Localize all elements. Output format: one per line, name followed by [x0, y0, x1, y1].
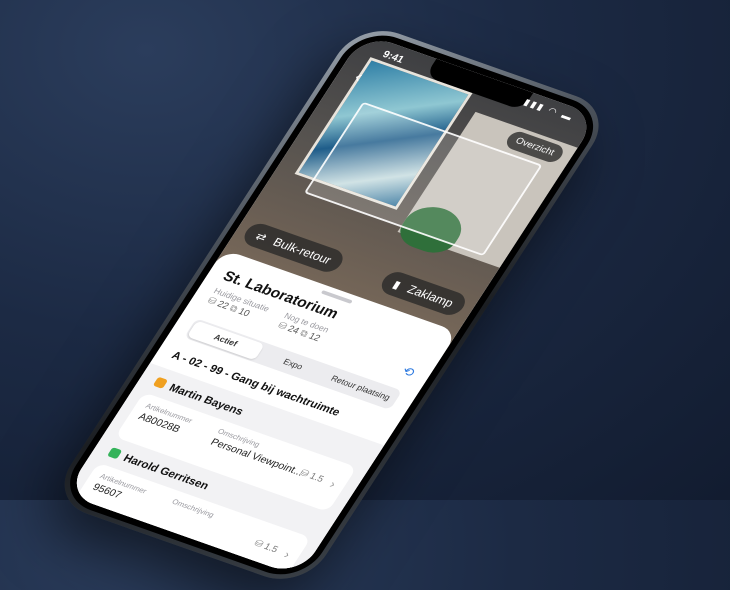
scene-background: 9:41 ▮▮▮ ◠ ▬ ‹ Overzicht ⇄ Bulk-retour ▮…: [0, 0, 730, 590]
person-status-icon: [152, 376, 169, 389]
phone-device: 9:41 ▮▮▮ ◠ ▬ ‹ Overzicht ⇄ Bulk-retour ▮…: [48, 20, 616, 590]
bulk-return-label: Bulk-retour: [270, 235, 335, 267]
current-count-b: 10: [236, 306, 252, 319]
phone-screen: 9:41 ▮▮▮ ◠ ▬ ‹ Overzicht ⇄ Bulk-retour ▮…: [64, 33, 599, 577]
refresh-icon[interactable]: ⟲: [399, 363, 418, 380]
person-status-icon: [106, 447, 123, 460]
people-list: Martin Bayens Artikelnummer A80028B Omsc…: [64, 362, 385, 577]
chevron-right-icon[interactable]: ›: [327, 477, 339, 490]
quantity-value: ⛁ 1.5: [298, 468, 326, 485]
quantity-number: 1.5: [307, 471, 326, 485]
status-time: 9:41: [380, 49, 406, 66]
flashlight-icon: ▮: [390, 278, 404, 292]
quantity-number: 1.5: [261, 541, 280, 556]
quantity-value: ⛁ 1.5: [252, 538, 280, 555]
flashlight-label: Zaklamp: [404, 282, 457, 310]
tab-expo[interactable]: Expo: [254, 344, 332, 384]
todo-count-b: 12: [306, 331, 322, 344]
sheet-handle[interactable]: [320, 290, 353, 304]
tab-retour-plaatsing[interactable]: Retour plaatsing: [322, 368, 400, 408]
chevron-right-icon[interactable]: ›: [281, 548, 293, 561]
description-label: Omschrijving: [170, 497, 216, 520]
tab-actief[interactable]: Actief: [186, 320, 265, 361]
bulk-return-icon: ⇄: [253, 229, 270, 245]
